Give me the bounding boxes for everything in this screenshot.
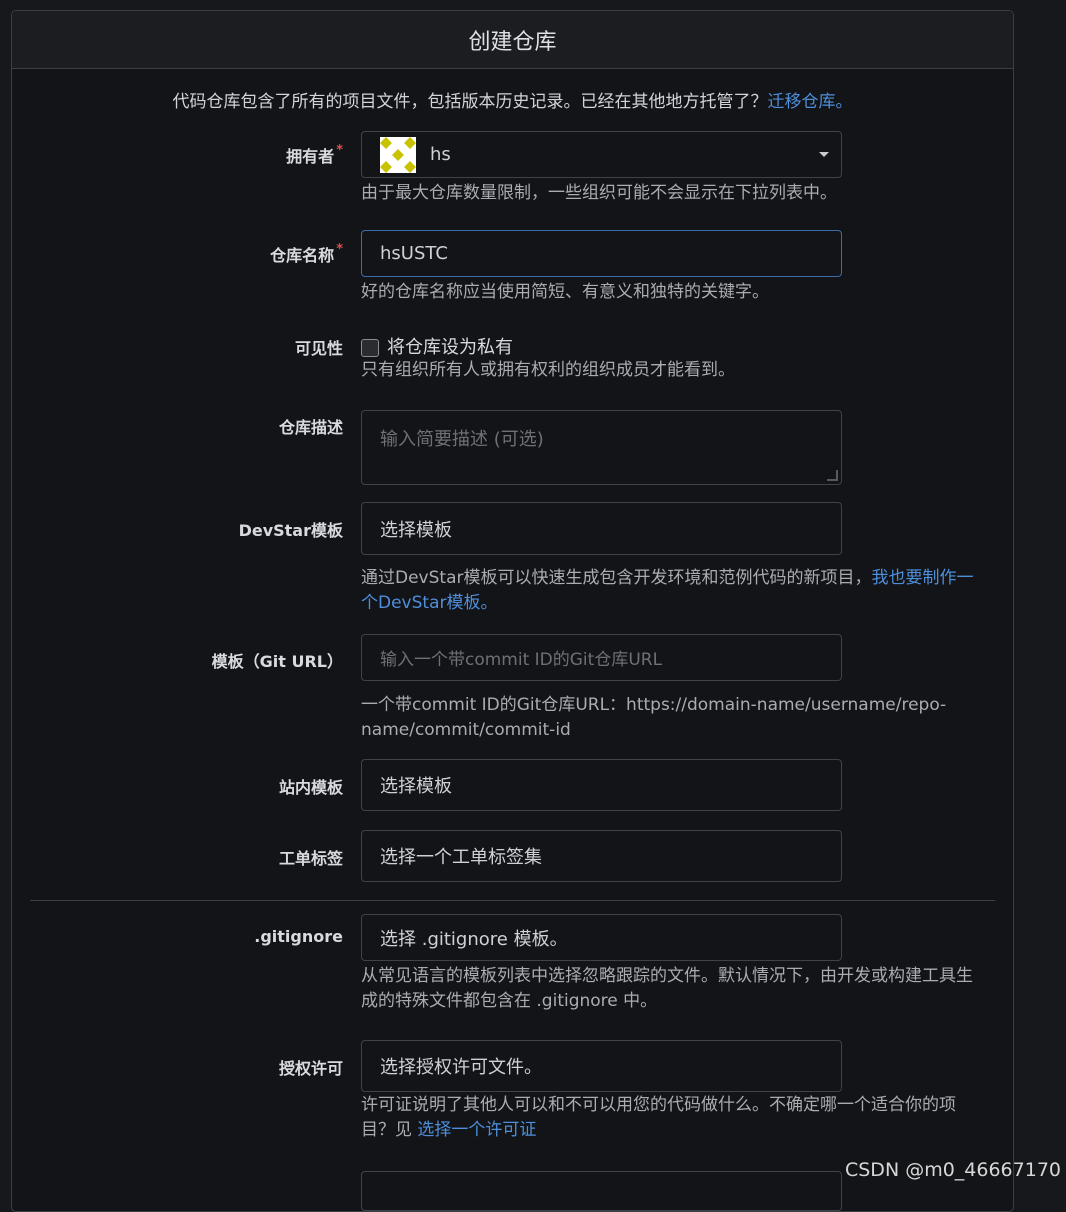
license-label: 授权许可: [278, 1059, 343, 1078]
visibility-help: 只有组织所有人或拥有权利的组织成员才能看到。: [361, 360, 735, 380]
choose-license-link[interactable]: 选择一个许可证: [417, 1120, 536, 1140]
git-template-label: 模板（Git URL）: [211, 652, 343, 671]
avatar: [380, 136, 416, 173]
issue-labels-select[interactable]: 选择一个工单标签集: [361, 830, 842, 882]
visibility-label: 可见性: [294, 339, 343, 358]
gitignore-help: 从常见语言的模板列表中选择忽略跟踪的文件。默认情况下，由开发或构建工具生 成的特殊…: [361, 966, 973, 1011]
panel-header: 创建仓库: [12, 11, 1013, 69]
description-label: 仓库描述: [278, 418, 343, 437]
make-devstar-template-link-2[interactable]: 个DevStar模板。: [361, 593, 497, 613]
devstar-help: 通过DevStar模板可以快速生成包含开发环境和范例代码的新项目，我也要制作一 …: [361, 568, 974, 613]
create-repo-panel: 创建仓库 代码仓库包含了所有的项目文件，包括版本历史记录。已经在其他地方托管了？…: [11, 10, 1014, 1212]
site-template-label: 站内模板: [278, 778, 343, 797]
issue-labels-label: 工单标签: [278, 849, 343, 868]
repo-name-input[interactable]: hsUSTC: [361, 230, 842, 277]
gitignore-select[interactable]: 选择 .gitignore 模板。: [361, 914, 842, 961]
watermark: CSDN @m0_46667170: [844, 1159, 1061, 1181]
private-checkbox[interactable]: [361, 339, 379, 357]
page-title: 创建仓库: [468, 29, 557, 55]
description-textarea[interactable]: 输入简要描述 (可选): [361, 410, 842, 485]
owner-label: 拥有者 *: [286, 143, 343, 166]
gitignore-label: .gitignore: [254, 927, 343, 946]
site-template-select[interactable]: 选择模板: [361, 759, 842, 811]
section-divider: [30, 900, 995, 901]
repo-name-help: 好的仓库名称应当使用简短、有意义和独特的关键字。: [361, 282, 769, 302]
git-url-input[interactable]: 输入一个带commit ID的Git仓库URL: [361, 634, 842, 681]
devstar-label: DevStar模板: [238, 521, 343, 540]
owner-select[interactable]: hs: [361, 131, 842, 178]
license-help: 许可证说明了其他人可以和不可以用您的代码做什么。不确定哪一个适合你的项 目？见 选…: [361, 1095, 956, 1140]
private-checkbox-label[interactable]: 将仓库设为私有: [387, 337, 513, 358]
private-checkbox-group[interactable]: 将仓库设为私有: [361, 333, 513, 359]
devstar-template-select[interactable]: 选择模板: [361, 502, 842, 555]
git-template-help: 一个带commit ID的Git仓库URL：https://domain-nam…: [361, 695, 947, 740]
license-select[interactable]: 选择授权许可文件。: [361, 1040, 842, 1092]
owner-value: hs: [430, 144, 451, 165]
migrate-repo-link[interactable]: 迁移仓库。: [768, 92, 853, 112]
repo-name-label: 仓库名称 *: [270, 242, 343, 265]
make-devstar-template-link[interactable]: 我也要制作一: [871, 568, 973, 588]
resize-handle-icon[interactable]: [827, 470, 838, 481]
owner-help: 由于最大仓库数量限制，一些组织可能不会显示在下拉列表中。: [361, 183, 837, 203]
intro-text: 代码仓库包含了所有的项目文件，包括版本历史记录。已经在其他地方托管了？迁移仓库。: [172, 92, 853, 112]
chevron-down-icon: [819, 152, 829, 157]
next-field-partial[interactable]: [361, 1171, 842, 1211]
